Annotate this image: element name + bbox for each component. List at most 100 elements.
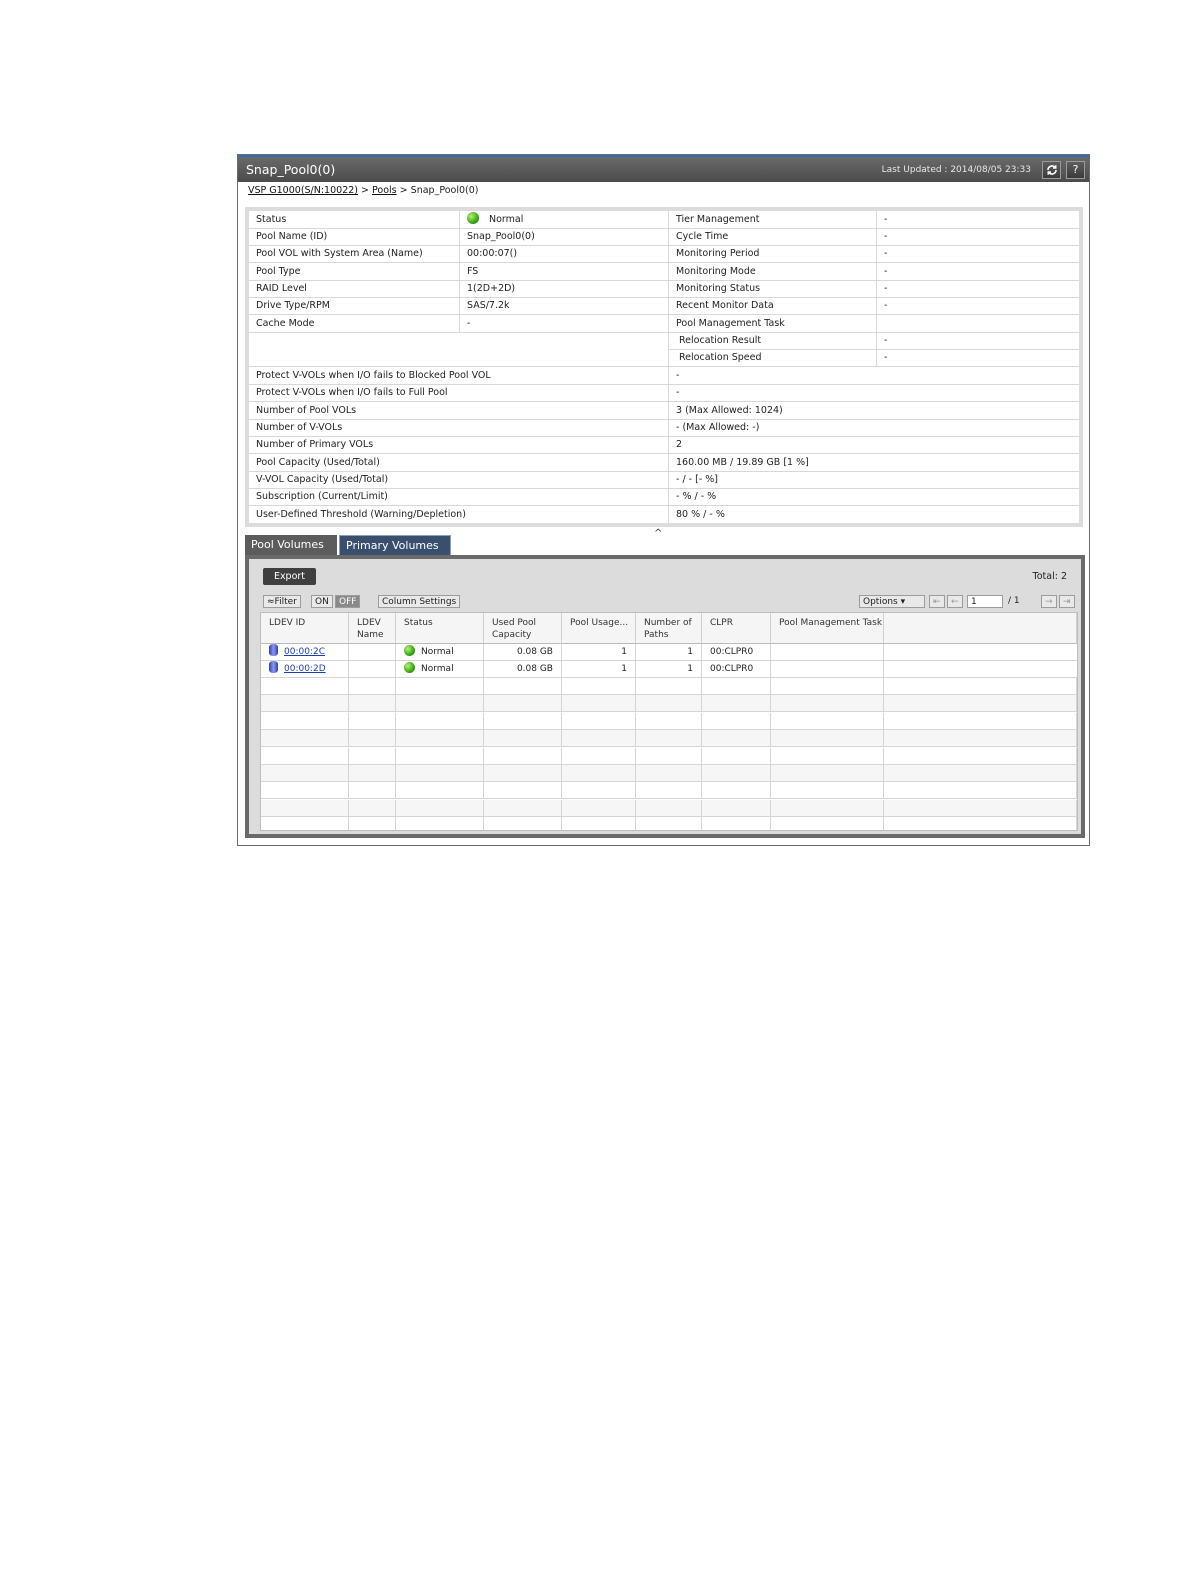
empty-table-row (261, 712, 1077, 730)
empty-cell (771, 678, 884, 695)
empty-table-row (261, 747, 1077, 765)
empty-cell (484, 712, 562, 730)
help-button[interactable]: ? (1066, 161, 1085, 179)
column-header-pool-usage[interactable]: Pool Usage... (562, 613, 636, 644)
used-capacity-cell: 0.08 GB (484, 644, 562, 661)
empty-cell (771, 799, 884, 817)
ldev-volume-icon (269, 661, 278, 673)
column-header-number-of-paths[interactable]: Number of Paths (636, 613, 702, 644)
property-value: - / - [- %] (668, 471, 1079, 488)
empty-cell (562, 799, 636, 817)
empty-table-row (261, 765, 1077, 782)
property-value: FS (459, 263, 668, 280)
table-row[interactable]: 00:00:2C Normal 0.08 GB 1 1 00:CLPR0 (261, 644, 1077, 661)
options-dropdown[interactable]: Options ▾ (859, 595, 925, 608)
property-label: Monitoring Period (668, 245, 876, 262)
previous-page-button[interactable]: ← (947, 595, 963, 608)
empty-cell (261, 695, 349, 713)
property-row: Relocation Speed - (668, 349, 1079, 367)
primary-volumes-table: LDEV ID LDEV Name Status Used Pool Capac… (260, 612, 1078, 831)
property-row: Number of Pool VOLs 3 (Max Allowed: 1024… (249, 402, 1079, 420)
empty-cell (636, 678, 702, 695)
empty-cell (562, 730, 636, 748)
empty-cell (562, 678, 636, 695)
last-page-button[interactable]: ⇥ (1059, 595, 1075, 608)
filter-off-toggle[interactable]: OFF (335, 595, 361, 608)
column-header-pool-management-task[interactable]: Pool Management Task (771, 613, 884, 644)
breadcrumb-current: Snap_Pool0(0) (410, 185, 479, 196)
breadcrumb-separator: > (399, 185, 408, 196)
properties-panel: Status Normal Pool Name (ID) Snap_Pool0(… (245, 207, 1083, 527)
breadcrumb-storage-link[interactable]: VSP G1000(S/N:10022) (248, 185, 358, 196)
property-label: Status (256, 214, 287, 225)
property-label: Recent Monitor Data (668, 297, 876, 314)
column-header-clpr[interactable]: CLPR (702, 613, 771, 644)
empty-cell (702, 747, 771, 765)
column-header-used-pool-capacity[interactable]: Used Pool Capacity (484, 613, 562, 644)
property-value: 00:00:07() (459, 245, 668, 262)
next-page-button[interactable]: → (1041, 595, 1057, 608)
empty-cell (261, 730, 349, 748)
empty-cell (884, 817, 1077, 830)
empty-cell (702, 695, 771, 713)
filter-on-toggle[interactable]: ON (311, 595, 333, 608)
empty-cell (562, 765, 636, 782)
property-row: Number of Primary VOLs 2 (249, 436, 1079, 454)
filter-button[interactable]: ≈Filter (263, 595, 301, 608)
column-settings-button[interactable]: Column Settings (378, 595, 461, 608)
refresh-button[interactable] (1042, 161, 1061, 179)
empty-cell (562, 782, 636, 800)
breadcrumb-pools-link[interactable]: Pools (372, 185, 397, 196)
property-value: Normal (459, 211, 668, 228)
empty-cell (562, 817, 636, 830)
paths-cell: 1 (636, 661, 702, 678)
last-page-icon: ⇥ (1063, 597, 1071, 607)
collapse-up-icon: ≈ (267, 597, 275, 607)
property-label: Number of V-VOLs (256, 422, 343, 433)
page-number-input[interactable]: 1 (967, 595, 1003, 608)
property-row: RAID Level 1(2D+2D) (249, 280, 668, 298)
column-header-ldev-id[interactable]: LDEV ID (261, 613, 349, 644)
empty-cell (261, 765, 349, 782)
empty-cell (702, 782, 771, 800)
empty-cell (484, 799, 562, 817)
empty-table-row (261, 799, 1077, 817)
property-label: RAID Level (256, 283, 307, 294)
column-header-ldev-name[interactable]: LDEV Name (349, 613, 396, 644)
property-value: - (876, 349, 1079, 366)
column-header-status[interactable]: Status (396, 613, 484, 644)
tab-primary-volumes[interactable]: Primary Volumes (339, 535, 451, 555)
property-value: - (876, 211, 1079, 228)
empty-cell (349, 695, 396, 713)
property-row: Subscription (Current/Limit) - % / - % (249, 488, 1079, 506)
empty-cell (884, 678, 1077, 695)
empty-cell (484, 782, 562, 800)
property-label: Protect V-VOLs when I/O fails to Full Po… (256, 387, 448, 398)
property-label: Pool Management Task (668, 315, 876, 332)
tab-pool-volumes[interactable]: Pool Volumes (245, 535, 337, 555)
pool-usage-cell: 1 (562, 644, 636, 661)
property-label: Pool Capacity (Used/Total) (256, 457, 380, 468)
empty-cell (702, 712, 771, 730)
empty-cell (349, 747, 396, 765)
empty-cell (562, 747, 636, 765)
empty-cell (484, 817, 562, 830)
property-row: Recent Monitor Data - (668, 297, 1079, 315)
empty-cell (884, 765, 1077, 782)
empty-cell (702, 799, 771, 817)
table-row[interactable]: 00:00:2D Normal 0.08 GB 1 1 00:CLPR0 (261, 661, 1077, 678)
property-row: Relocation Result - (668, 332, 1079, 350)
collapse-toggle-icon[interactable]: ^ (654, 528, 662, 539)
ldev-id-link[interactable]: 00:00:2D (284, 664, 326, 674)
ldev-id-link[interactable]: 00:00:2C (284, 647, 325, 657)
next-page-icon: → (1045, 597, 1053, 607)
first-page-button[interactable]: ⇤ (929, 595, 945, 608)
property-value: 80 % / - % (668, 506, 1079, 523)
empty-table-row (261, 817, 1077, 830)
dropdown-arrow-icon: ▾ (900, 597, 906, 607)
empty-cell (261, 747, 349, 765)
export-button[interactable]: Export (263, 568, 316, 585)
property-value: - (668, 367, 1079, 384)
empty-table-row (261, 695, 1077, 713)
empty-cell (771, 730, 884, 748)
